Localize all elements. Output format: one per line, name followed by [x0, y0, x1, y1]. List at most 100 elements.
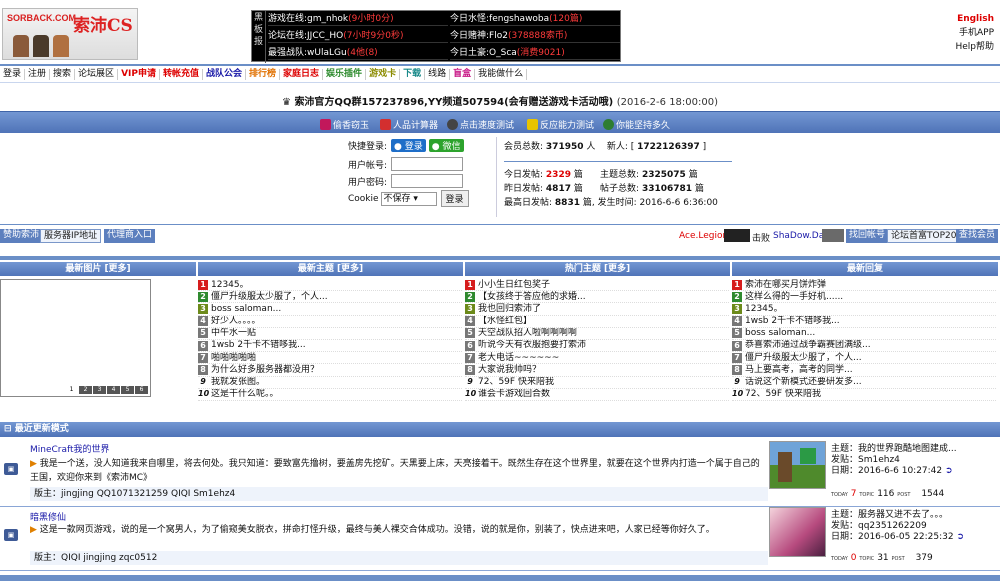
list-item[interactable]: 3 12345。: [732, 303, 996, 316]
nav-item[interactable]: 转帐充值: [160, 69, 203, 80]
find-member-link[interactable]: 查找会员: [956, 229, 999, 243]
english-link[interactable]: English: [955, 12, 994, 26]
board-cell[interactable]: 今日赌神:Flo2(378888索币): [450, 30, 620, 43]
recover-account-link[interactable]: 找回帐号: [846, 229, 889, 243]
list-item[interactable]: 8 马上要高考，高考的同学...: [732, 364, 996, 377]
list-item[interactable]: 5 中午水一贴: [198, 328, 462, 340]
username-input[interactable]: [391, 157, 464, 171]
nav-item[interactable]: VIP申请: [118, 69, 160, 80]
login-submit-button[interactable]: 登录: [440, 190, 469, 207]
latest-topics-header[interactable]: 最新主题 [更多]: [198, 262, 463, 276]
board-cell[interactable]: 今日水怪:fengshawoba(120篇): [450, 13, 620, 26]
forum-thumbnail[interactable]: [769, 507, 826, 557]
nav-item[interactable]: 家庭日志: [280, 69, 324, 80]
list-item[interactable]: 4 好少人。。。。: [198, 316, 462, 328]
list-item[interactable]: 9 72、59F 快来陪我: [465, 377, 729, 389]
tool-link-rp[interactable]: 人品计算器: [380, 118, 438, 131]
board-cell[interactable]: 游戏在线:gm_nhok(9小时0分): [268, 13, 448, 26]
list-item[interactable]: 7 老大电话~~~~~~: [465, 352, 729, 365]
forum-moderators[interactable]: 版主：QIQI jingjing zqc0512: [30, 551, 768, 565]
pager-button[interactable]: 2: [79, 386, 92, 394]
nav-item[interactable]: 战队公会: [203, 69, 247, 80]
pager-button[interactable]: 1: [65, 386, 78, 394]
forum-title[interactable]: MineCraft我的世界: [30, 442, 110, 455]
list-item[interactable]: 7 啪啪啪啪啪: [198, 352, 462, 365]
list-item[interactable]: 4 1wsb 2千卡不错哆我...: [732, 316, 996, 328]
forum-thumbnail[interactable]: [769, 441, 826, 489]
site-logo[interactable]: SORBACK.COM 索沛CS: [2, 8, 138, 60]
goto-last-icon[interactable]: ➲: [945, 466, 953, 476]
latest-replies-header[interactable]: 最新回复: [732, 262, 998, 276]
tool-link-peek[interactable]: 偷香窃玉: [320, 118, 369, 131]
cookie-select[interactable]: 不保存 ▾: [380, 191, 437, 206]
password-input[interactable]: [391, 174, 464, 188]
list-item[interactable]: 9 我就发张图。: [198, 377, 462, 389]
list-item[interactable]: 7 僵尸升级服太少服了，个人...: [732, 352, 996, 365]
last-post-info[interactable]: 主题：服务器又进不去了。。。 发贴：qq2351262209 日期：2016-0…: [831, 510, 964, 543]
list-item[interactable]: 1 小小生日红包奖子: [465, 279, 729, 292]
nav-item[interactable]: 下载: [400, 69, 426, 80]
agent-link[interactable]: 代理商入口: [104, 229, 156, 243]
list-item[interactable]: 6 恭喜索沛通过战争霸赛团满级...: [732, 340, 996, 353]
server-ip-link[interactable]: 服务器IP地址: [40, 229, 102, 243]
section-header-recent-modes[interactable]: ⊟ 最近更新模式: [0, 422, 1000, 437]
nav-item[interactable]: 注册: [25, 69, 51, 80]
nav-item[interactable]: 线路: [425, 69, 451, 80]
richest-top20-link[interactable]: 论坛首富TOP20: [887, 229, 961, 243]
pager-button[interactable]: 6: [135, 386, 148, 394]
goto-last-icon[interactable]: ➲: [956, 532, 964, 542]
nav-item[interactable]: 盲盒: [450, 69, 476, 80]
board-cell[interactable]: 论坛在线:JJCC_HO(7小时9分0秒): [268, 30, 448, 43]
board-cell[interactable]: 今日土豪:O_Sca(消费9021): [450, 47, 620, 60]
list-item[interactable]: 10 谁会卡游戏回合数: [465, 389, 729, 401]
nav-item[interactable]: 论坛展区: [75, 69, 119, 80]
board-cell[interactable]: 最强战队:wUlaLGu(4他(8): [268, 47, 448, 60]
list-item[interactable]: 5 boss saloman...: [732, 328, 996, 340]
list-item[interactable]: 2 【女孩终于答应他的求婚...: [465, 291, 729, 304]
nav-item[interactable]: 搜索: [50, 69, 76, 80]
list-item[interactable]: 9 话说这个新模式还要研发多...: [732, 377, 996, 389]
tool-link-reaction[interactable]: 反应能力测试: [527, 118, 594, 131]
list-item[interactable]: 1 索沛在哪买月饼炸弹: [732, 279, 996, 292]
list-item[interactable]: 8 大家说我帅吗？: [465, 364, 729, 377]
forum-counts: TODAY 7 TOPIC 116 POST 1544: [831, 489, 945, 499]
nav-item[interactable]: 登录: [0, 69, 26, 80]
last-post-info[interactable]: 主题：我的世界跑酷地图建成... 发贴：Sm1ehz4 日期：2016-6-6 …: [831, 444, 957, 477]
latest-pics-header[interactable]: 最新图片 [更多]: [0, 262, 196, 276]
list-item[interactable]: 10 这是干什么呢。。: [198, 389, 462, 401]
list-item[interactable]: 6 听说今天有衣服抱要打索沛: [465, 340, 729, 353]
tool-link-speed[interactable]: 点击速度测试: [447, 118, 514, 131]
hot-topics-header[interactable]: 热门主题 [更多]: [465, 262, 730, 276]
wechat-login-button[interactable]: ● 微信: [428, 139, 464, 152]
qq-login-button[interactable]: ● 登录: [391, 139, 426, 152]
help-link[interactable]: Help帮助: [955, 40, 994, 54]
sponsor-link[interactable]: 赞助索沛: [0, 229, 43, 243]
nav-item[interactable]: 游戏卡: [366, 69, 401, 80]
rank-badge: 9: [467, 377, 473, 387]
nav-item[interactable]: 排行榜: [246, 69, 281, 80]
list-item[interactable]: 10 72、59F 快来陪我: [732, 389, 996, 401]
tool-link-endure[interactable]: 你能坚持多久: [603, 118, 670, 131]
list-item[interactable]: 5 天空战队招人啦啊啊啊啊: [465, 328, 729, 340]
pager-button[interactable]: 3: [93, 386, 106, 394]
nav-item[interactable]: 娱乐插件: [323, 69, 367, 80]
forum-title[interactable]: 暗黑修仙: [30, 510, 66, 523]
pager-button[interactable]: 5: [121, 386, 134, 394]
list-item[interactable]: 1 12345。: [198, 279, 462, 292]
list-item[interactable]: 4 【水怪红包】: [465, 316, 729, 328]
kill-winner[interactable]: Ace.Legion: [679, 231, 728, 241]
list-item[interactable]: 8 为什么好多服务器都没用？: [198, 364, 462, 377]
list-item[interactable]: 2 这样么得的一手好机......: [732, 291, 996, 304]
list-item[interactable]: 2 僵尸升级服太少服了，个人...: [198, 291, 462, 304]
list-item[interactable]: 6 1wsb 2千卡不错哆我...: [198, 340, 462, 353]
pager-button[interactable]: 4: [107, 386, 120, 394]
mobile-app-link[interactable]: 手机APP: [955, 26, 994, 40]
list-item[interactable]: 3 boss saloman...: [198, 303, 462, 316]
rank-badge: 1: [732, 279, 742, 290]
forum-moderators[interactable]: 版主：jingjing QQ1071321259 QIQI Sm1ehz4: [30, 487, 768, 501]
list-item[interactable]: 3 我也回归索沛了: [465, 303, 729, 316]
nav-item[interactable]: 我能做什么: [475, 69, 528, 80]
rank-badge: 2: [198, 291, 208, 302]
announcement[interactable]: ♛ 索沛官方QQ群157237896,YY频道507594(会有赠送游戏卡活动哦…: [0, 93, 1000, 108]
latest-pic-slideshow[interactable]: 123456: [0, 279, 151, 397]
